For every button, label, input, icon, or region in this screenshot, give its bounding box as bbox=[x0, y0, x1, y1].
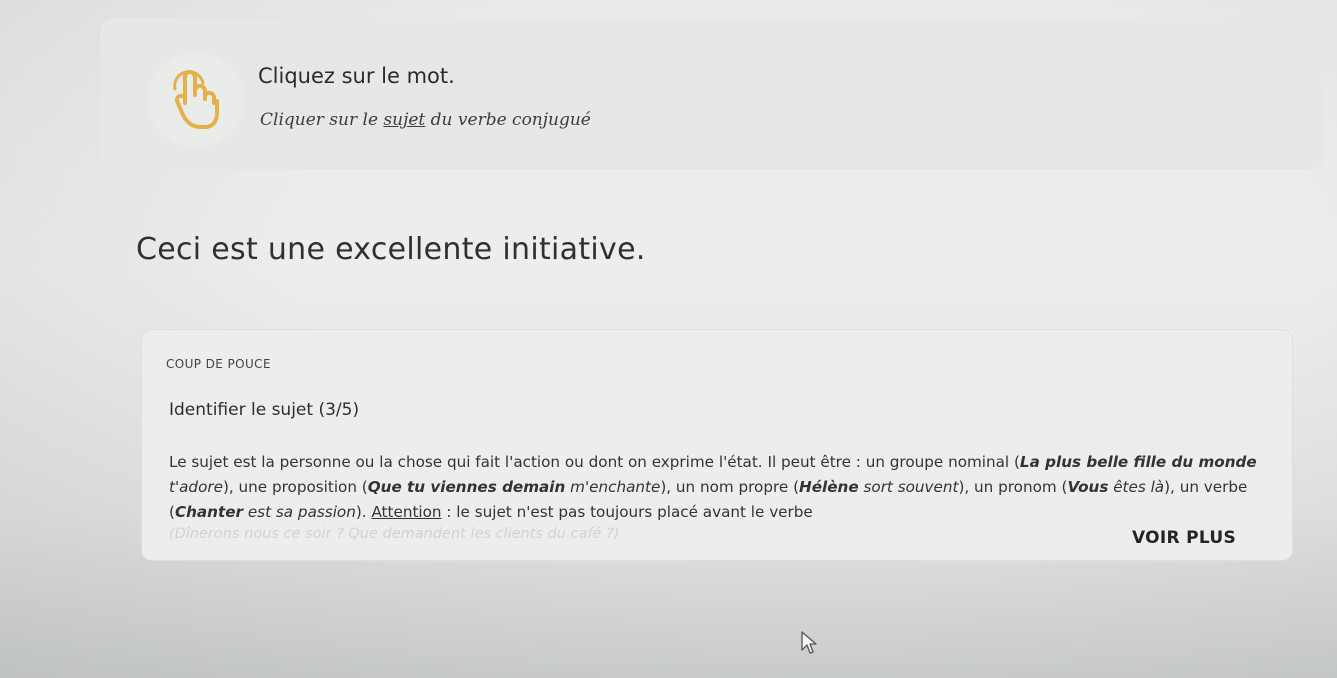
attention-word: Attention bbox=[371, 503, 442, 521]
example-rest: m'enchante bbox=[565, 478, 661, 496]
example-rest: sort souvent bbox=[858, 478, 959, 496]
hint-title: Identifier le sujet (3/5) bbox=[169, 400, 360, 420]
instruction-subtitle-keyword: sujet bbox=[383, 110, 426, 130]
example-subject: Vous bbox=[1067, 478, 1109, 496]
example-rest: est sa passion bbox=[243, 503, 356, 521]
see-more-button[interactable]: VOIR PLUS bbox=[1132, 528, 1236, 548]
instruction-subtitle: Cliquer sur le sujet du verbe conjugué bbox=[260, 110, 591, 130]
hint-text-part: : le sujet n'est pas toujours placé avan… bbox=[441, 503, 813, 521]
hint-text-part: ). bbox=[355, 503, 372, 521]
example-subject: Que tu viennes demain bbox=[367, 478, 566, 496]
instruction-title: Cliquez sur le mot. bbox=[258, 64, 455, 88]
example-rest: êtes là bbox=[1108, 478, 1165, 496]
instruction-banner: Cliquez sur le mot. Cliquer sur le sujet… bbox=[100, 18, 1325, 170]
hint-text-part: ), une proposition ( bbox=[222, 478, 368, 496]
hint-text-part: ), un pronom ( bbox=[958, 478, 1068, 496]
instruction-subtitle-start: Cliquer sur le bbox=[260, 110, 384, 130]
mouse-cursor-icon bbox=[800, 630, 818, 660]
example-subject: La plus belle fille du monde bbox=[1019, 453, 1257, 471]
hint-eyebrow: COUP DE POUCE bbox=[166, 357, 271, 371]
instruction-subtitle-end: du verbe conjugué bbox=[425, 110, 591, 130]
hint-faded-text: (Dînerons nous ce soir ? Que demandent l… bbox=[169, 526, 620, 542]
hint-text-part: ), un nom propre ( bbox=[660, 478, 800, 496]
hint-text: Le sujet est la personne ou la chose qui… bbox=[169, 450, 1264, 525]
exercise-sentence[interactable]: Ceci est une excellente initiative. bbox=[136, 232, 646, 267]
example-subject: Chanter bbox=[174, 503, 244, 521]
hint-text-part: Le sujet est la personne ou la chose qui… bbox=[169, 453, 1020, 471]
example-subject: Hélène bbox=[799, 478, 859, 496]
hand-pointer-icon bbox=[148, 52, 244, 148]
example-rest: t'adore bbox=[169, 478, 223, 496]
hint-card: COUP DE POUCE Identifier le sujet (3/5) … bbox=[142, 330, 1292, 560]
